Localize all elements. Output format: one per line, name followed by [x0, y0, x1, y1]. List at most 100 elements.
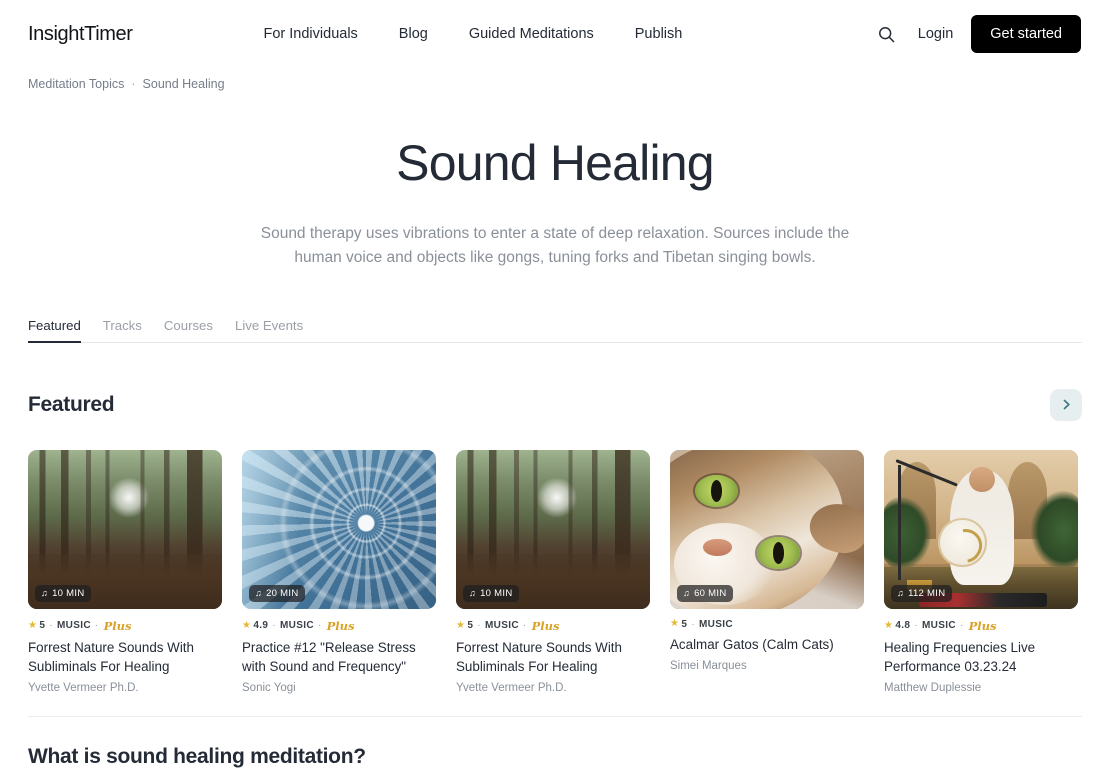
tab-courses[interactable]: Courses — [164, 318, 213, 342]
rating-value: 4.9 — [253, 620, 269, 632]
meta-dot: · — [477, 620, 481, 632]
featured-section: Featured ♫ 10 MIN ★ 5 · MUSIC · Plus For… — [0, 388, 1110, 694]
about-section: What is sound healing meditation? — [0, 745, 1110, 769]
category-label: MUSIC — [698, 618, 733, 630]
music-note-icon: ♫ — [41, 587, 49, 598]
search-icon[interactable] — [872, 19, 902, 49]
header-actions: Login Get started — [872, 15, 1081, 53]
card-author[interactable]: Simei Marques — [670, 660, 864, 672]
rating-value: 5 — [681, 618, 688, 630]
plus-badge: Plus — [103, 618, 132, 633]
meta-dot: · — [272, 620, 276, 632]
music-note-icon: ♫ — [897, 587, 905, 598]
nav-item-guided-meditations[interactable]: Guided Meditations — [469, 26, 594, 42]
card-forrest-nature-sounds-2[interactable]: ♫ 10 MIN ★ 5 · MUSIC · Plus Forrest Natu… — [456, 449, 650, 694]
duration-label: 20 MIN — [266, 587, 299, 599]
rating-value: 5 — [467, 620, 474, 632]
card-meta: ★ 4.8 · MUSIC · Plus — [884, 619, 1078, 633]
star-icon: ★ — [884, 619, 894, 631]
duration-badge: ♫ 112 MIN — [891, 584, 953, 602]
card-thumbnail[interactable]: ♫ 112 MIN — [884, 449, 1078, 609]
category-label: MUSIC — [921, 620, 956, 632]
tab-featured[interactable]: Featured — [28, 318, 81, 343]
duration-badge: ♫ 60 MIN — [677, 584, 734, 602]
card-practice-12-release-stress[interactable]: ♫ 20 MIN ★ 4.9 · MUSIC · Plus Practice #… — [242, 449, 436, 694]
plus-badge: Plus — [968, 618, 997, 633]
music-note-icon: ♫ — [255, 587, 263, 598]
chevron-right-icon — [1063, 399, 1070, 410]
tab-tracks[interactable]: Tracks — [103, 318, 142, 342]
meta-dot: · — [94, 620, 99, 632]
plus-badge: Plus — [326, 618, 355, 633]
card-forrest-nature-sounds-1[interactable]: ♫ 10 MIN ★ 5 · MUSIC · Plus Forrest Natu… — [28, 449, 222, 694]
card-thumbnail[interactable]: ♫ 20 MIN — [242, 449, 436, 609]
nav-item-publish[interactable]: Publish — [635, 26, 683, 42]
carousel-next-button[interactable] — [1050, 388, 1082, 421]
card-meta: ★ 5 · MUSIC · Plus — [456, 619, 650, 633]
card-author[interactable]: Yvette Vermeer Ph.D. — [456, 682, 650, 694]
duration-label: 10 MIN — [52, 587, 85, 599]
card-acalmar-gatos[interactable]: ♫ 60 MIN ★ 5 · MUSIC Acalmar Gatos (Calm… — [670, 449, 864, 694]
card-meta: ★ 4.9 · MUSIC · Plus — [242, 619, 436, 633]
star-icon: ★ — [456, 619, 466, 631]
star-icon: ★ — [28, 619, 38, 631]
meta-dot: · — [959, 620, 964, 632]
tab-list: Featured Tracks Courses Live Events — [28, 318, 1082, 343]
card-meta: ★ 5 · MUSIC — [670, 619, 864, 630]
card-healing-frequencies-live[interactable]: ♫ 112 MIN ★ 4.8 · MUSIC · Plus Healing F… — [884, 449, 1078, 694]
category-label: MUSIC — [279, 620, 314, 632]
duration-badge: ♫ 10 MIN — [35, 584, 92, 602]
page-description: Sound therapy uses vibrations to enter a… — [260, 224, 850, 266]
meta-dot: · — [317, 620, 322, 632]
get-started-button[interactable]: Get started — [971, 15, 1081, 53]
meta-dot: · — [691, 618, 695, 630]
breadcrumb: Meditation Topics · Sound Healing — [0, 68, 1110, 94]
meta-dot: · — [49, 620, 53, 632]
meta-dot: · — [522, 620, 527, 632]
about-heading: What is sound healing meditation? — [28, 744, 366, 768]
rating-value: 4.8 — [895, 620, 911, 632]
music-note-icon: ♫ — [683, 587, 691, 598]
card-thumbnail[interactable]: ♫ 10 MIN — [28, 449, 222, 609]
duration-label: 60 MIN — [694, 587, 727, 599]
section-divider — [28, 715, 1082, 717]
duration-badge: ♫ 20 MIN — [249, 584, 306, 602]
card-title[interactable]: Acalmar Gatos (Calm Cats) — [670, 635, 864, 654]
breadcrumb-meditation-topics[interactable]: Meditation Topics — [28, 76, 124, 94]
meta-dot: · — [914, 620, 918, 632]
primary-nav: For Individuals Blog Guided Meditations … — [264, 26, 683, 42]
card-title[interactable]: Healing Frequencies Live Performance 03.… — [884, 638, 1078, 676]
category-label: MUSIC — [484, 620, 519, 632]
card-author[interactable]: Matthew Duplessie — [884, 682, 1078, 694]
featured-section-header: Featured — [28, 388, 1082, 421]
rating-value: 5 — [39, 620, 46, 632]
star-icon: ★ — [242, 619, 252, 631]
login-link[interactable]: Login — [918, 26, 953, 42]
tabs-container: Featured Tracks Courses Live Events — [0, 318, 1110, 343]
breadcrumb-current: Sound Healing — [142, 77, 225, 91]
plus-badge: Plus — [531, 618, 560, 633]
hero: Sound Healing Sound therapy uses vibrati… — [0, 94, 1110, 270]
site-header: InsightTimer For Individuals Blog Guided… — [0, 0, 1110, 68]
card-author[interactable]: Sonic Yogi — [242, 682, 436, 694]
tab-live-events[interactable]: Live Events — [235, 318, 303, 342]
card-title[interactable]: Forrest Nature Sounds With Subliminals F… — [28, 638, 222, 676]
card-title[interactable]: Practice #12 "Release Stress with Sound … — [242, 638, 436, 676]
nav-item-blog[interactable]: Blog — [399, 26, 428, 42]
card-author[interactable]: Yvette Vermeer Ph.D. — [28, 682, 222, 694]
category-label: MUSIC — [56, 620, 91, 632]
site-logo[interactable]: InsightTimer — [28, 23, 133, 46]
card-thumbnail[interactable]: ♫ 10 MIN — [456, 449, 650, 609]
nav-item-for-individuals[interactable]: For Individuals — [264, 26, 358, 42]
card-meta: ★ 5 · MUSIC · Plus — [28, 619, 222, 633]
duration-label: 112 MIN — [908, 587, 946, 599]
music-note-icon: ♫ — [469, 587, 477, 598]
featured-heading: Featured — [28, 392, 115, 416]
duration-label: 10 MIN — [480, 587, 513, 599]
featured-card-list: ♫ 10 MIN ★ 5 · MUSIC · Plus Forrest Natu… — [28, 449, 1082, 694]
card-title[interactable]: Forrest Nature Sounds With Subliminals F… — [456, 638, 650, 676]
card-thumbnail[interactable]: ♫ 60 MIN — [670, 449, 864, 609]
section-divider-wrap — [0, 715, 1110, 717]
page-title: Sound Healing — [396, 134, 714, 191]
star-icon: ★ — [670, 618, 680, 630]
